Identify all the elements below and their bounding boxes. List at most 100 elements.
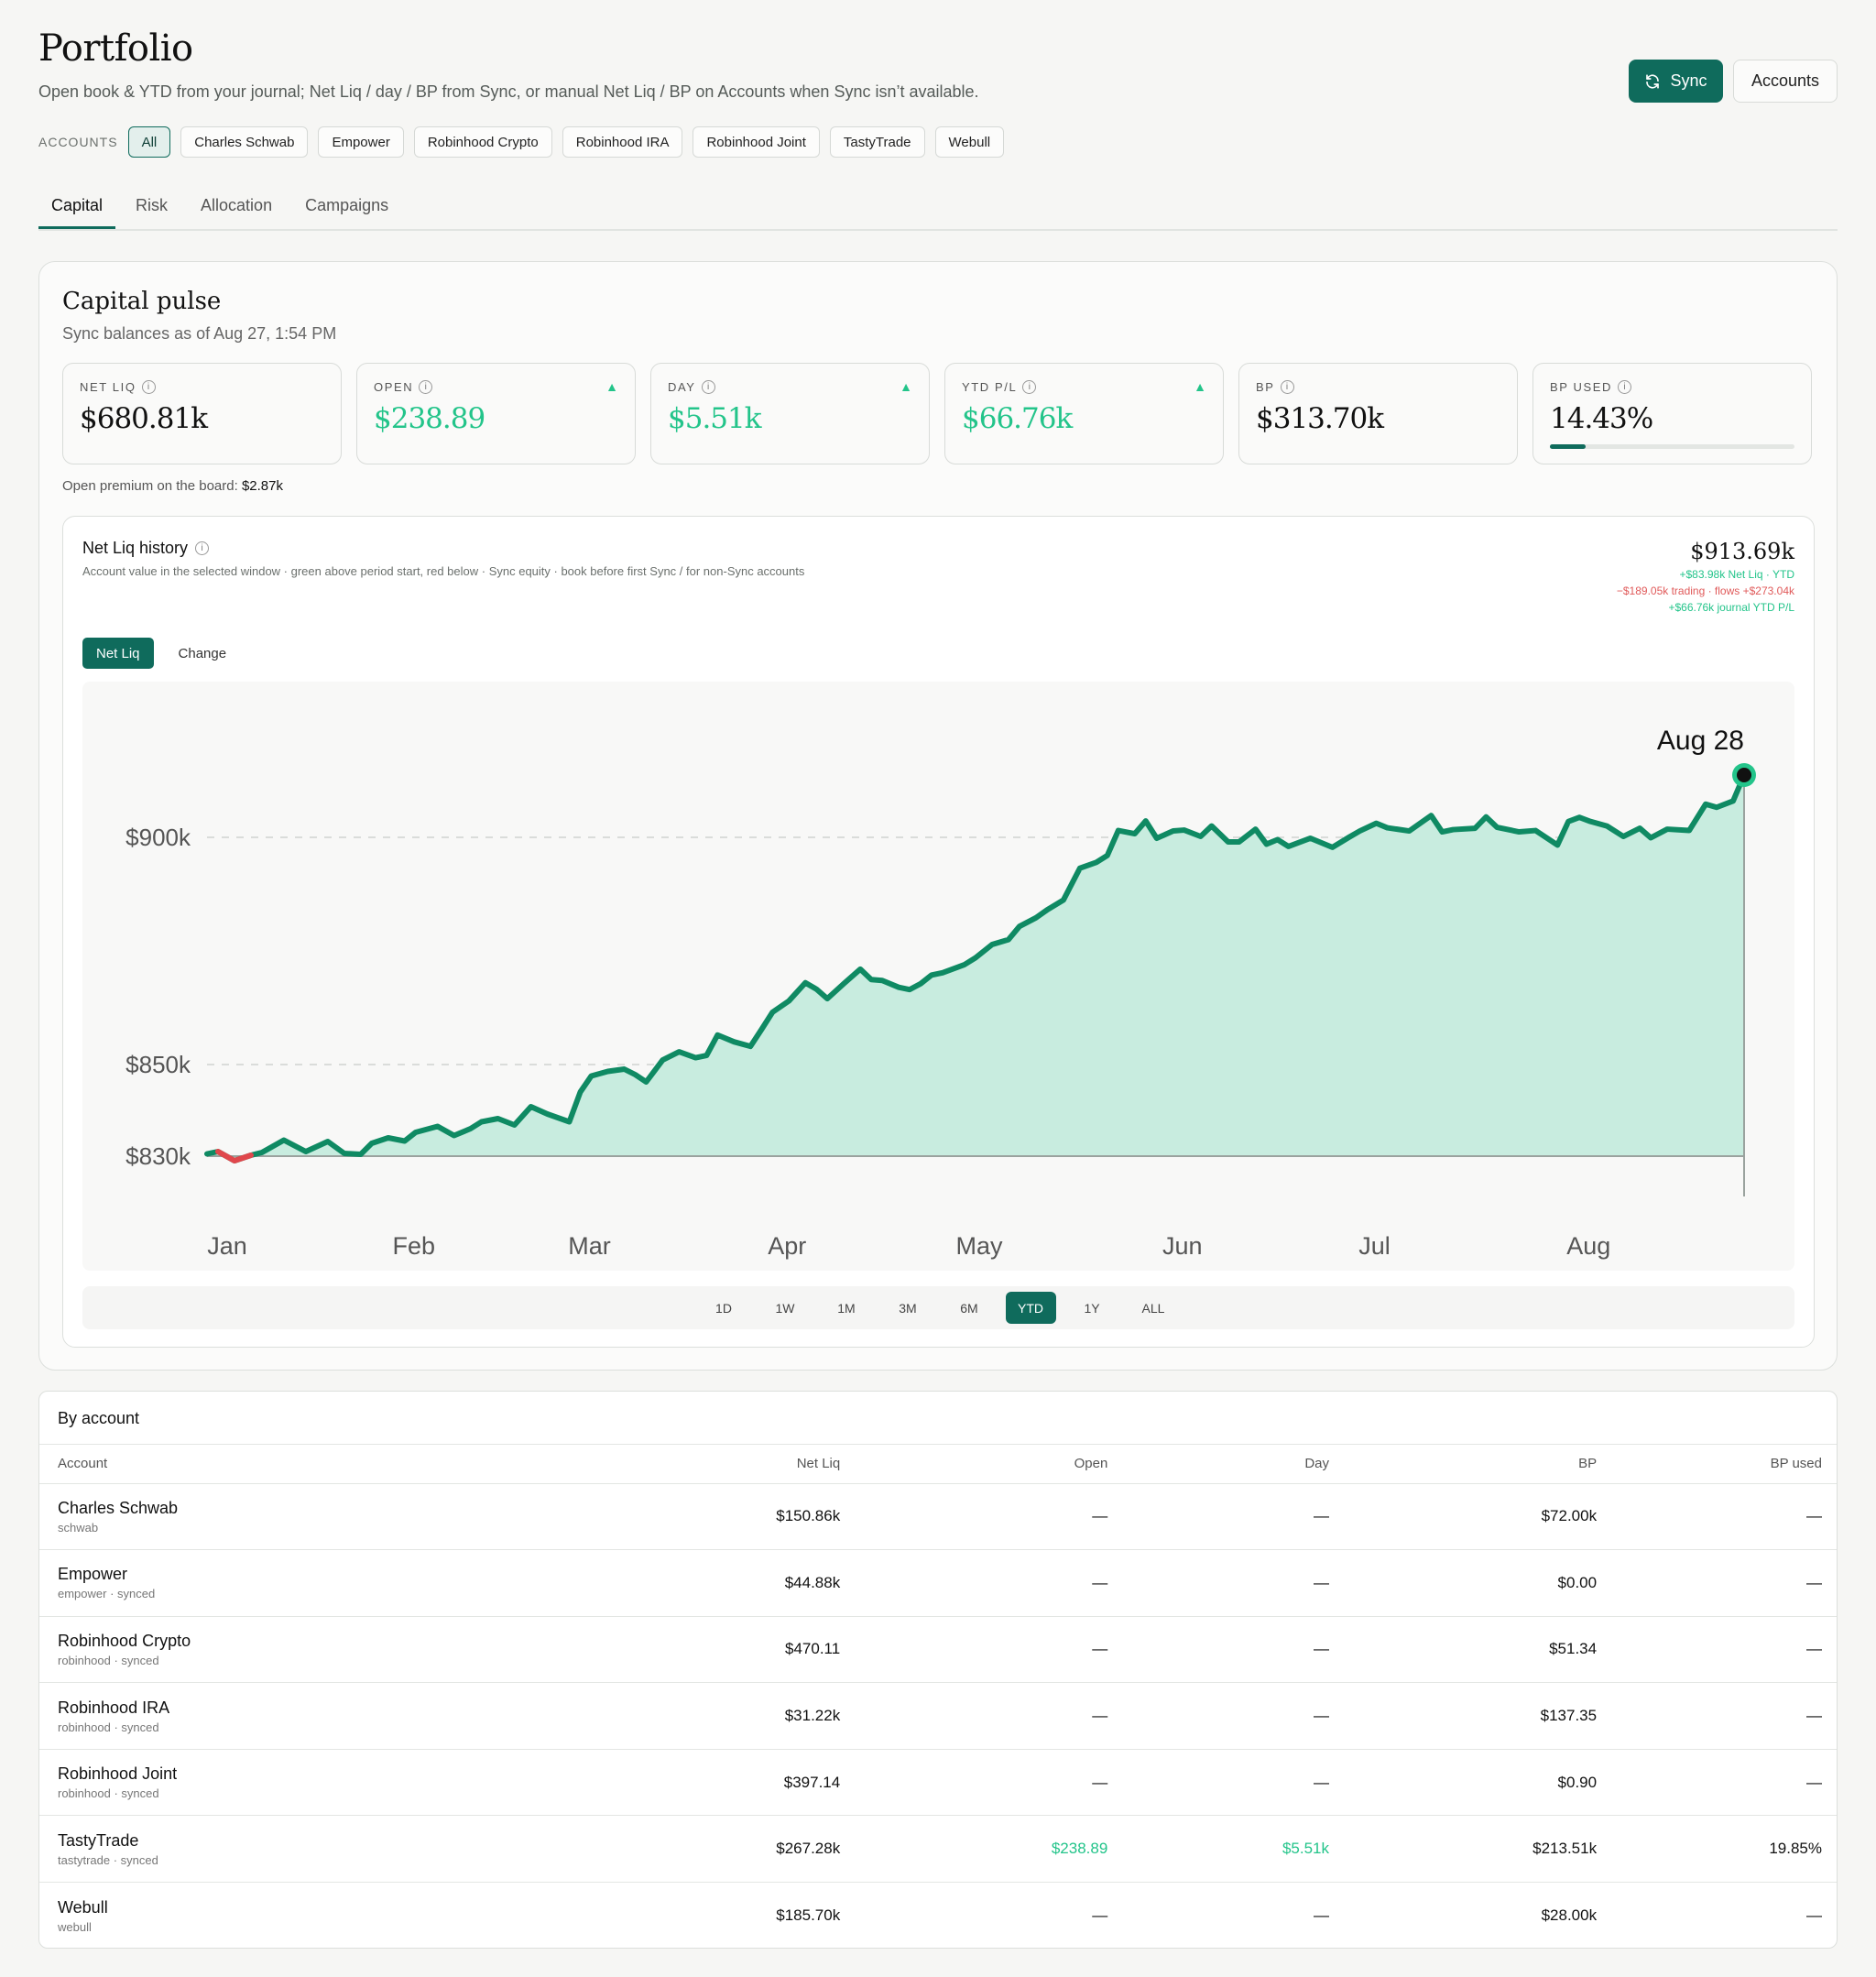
cell-bp-used: 19.85%: [1597, 1815, 1837, 1884]
account-chip-all[interactable]: All: [127, 126, 171, 158]
tab-risk[interactable]: Risk: [123, 185, 180, 229]
x-tick-label: Jan: [207, 1232, 247, 1260]
account-cell: TastyTrade tastytrade · synced: [39, 1815, 501, 1884]
net-liq-history-title-text: Net Liq history: [82, 539, 189, 557]
info-icon[interactable]: i: [141, 380, 156, 394]
net-liq-summary-line: +$66.76k journal YTD P/L: [1668, 601, 1794, 614]
hover-point[interactable]: [1737, 768, 1751, 782]
info-icon[interactable]: i: [419, 380, 433, 394]
account-chip-charles-schwab[interactable]: Charles Schwab: [180, 126, 309, 158]
metric-value: 14.43%: [1550, 402, 1653, 435]
cell-open: —: [840, 1483, 1108, 1551]
cell-bp-used: —: [1597, 1549, 1837, 1617]
mode-net-liq-button[interactable]: Net Liq: [82, 638, 154, 669]
account-chip-robinhood-ira[interactable]: Robinhood IRA: [562, 126, 683, 158]
table-row[interactable]: Empower empower · synced $44.88k — — $0.00—: [39, 1549, 1837, 1617]
cell-bp: $72.00k: [1329, 1483, 1598, 1551]
cell-day: —: [1107, 1749, 1330, 1817]
range-1w-button[interactable]: 1W: [760, 1292, 811, 1324]
table-row[interactable]: Webull webull $185.70k — — $28.00k —: [39, 1883, 1837, 1948]
range-6m-button[interactable]: 6M: [944, 1292, 995, 1324]
account-chip-robinhood-joint[interactable]: Robinhood Joint: [693, 126, 820, 158]
cell-net-liq: $470.11: [500, 1616, 841, 1684]
metric-value: $680.81k: [80, 402, 208, 435]
cell-day: —: [1314, 1906, 1330, 1925]
account-chip-tastytrade[interactable]: TastyTrade: [829, 126, 925, 158]
account-source: robinhood · synced: [58, 1720, 159, 1734]
cell-net-liq: $267.28k: [500, 1815, 841, 1884]
cell-bp-used: —: [1806, 1906, 1822, 1925]
table-row[interactable]: Robinhood Crypto robinhood · synced $470.1…: [39, 1616, 1837, 1684]
info-icon[interactable]: i: [701, 380, 715, 394]
cell-bp-used: —: [1597, 1483, 1837, 1551]
cell-net-liq: $397.14: [500, 1749, 841, 1817]
range-all-button[interactable]: ALL: [1129, 1292, 1179, 1324]
account-cell: Charles Schwab schwab: [39, 1483, 501, 1551]
open-premium: Open premium on the board: $2.87k: [62, 478, 283, 494]
x-tick-label: Jul: [1358, 1232, 1391, 1260]
y-tick-label: $850k: [125, 1051, 191, 1078]
cell-open: —: [1092, 1906, 1108, 1925]
range-1d-button[interactable]: 1D: [699, 1292, 749, 1324]
page-title: Portfolio: [38, 27, 193, 70]
range-1y-button[interactable]: 1Y: [1067, 1292, 1118, 1324]
net-liq-summary-lines: +$83.98k Net Liq · YTD −$189.05k trading …: [1617, 568, 1794, 614]
metric-label-text: BP: [1256, 380, 1275, 394]
net-liq-summary-line: +$83.98k Net Liq · YTD: [1679, 568, 1794, 581]
table-row[interactable]: Robinhood IRA robinhood · synced $31.22k — —…: [39, 1682, 1837, 1750]
cell-open: —: [840, 1549, 1108, 1617]
range-selector: 1D 1W 1M 3M 6M YTD 1Y ALL: [82, 1286, 1794, 1329]
account-cell: Robinhood Joint robinhood · synced: [39, 1749, 501, 1817]
info-icon[interactable]: i: [1022, 380, 1037, 394]
table-row[interactable]: Charles Schwab schwab $150.86k — — $72.00k —: [39, 1483, 1837, 1551]
metric-label-text: BP USED: [1550, 380, 1613, 394]
capital-pulse-subtitle: Sync balances as of Aug 27, 1:54 PM: [62, 324, 337, 343]
accounts-button[interactable]: Accounts: [1733, 60, 1838, 103]
info-icon[interactable]: i: [1618, 380, 1632, 394]
column-header-account: Account: [39, 1445, 501, 1484]
bp-used-bar: [1550, 444, 1794, 449]
chart-mode-toggle: Net Liq Change: [82, 638, 240, 669]
account-cell: Empower empower · synced: [39, 1549, 501, 1617]
y-tick-label: $900k: [125, 824, 191, 851]
net-liq-summary: $913.69k +$83.98k Net Liq · YTD −$189.05k…: [1617, 539, 1794, 614]
cell-day: $5.51k: [1107, 1815, 1330, 1884]
info-icon[interactable]: i: [195, 541, 210, 555]
cell-bp-used: —: [1597, 1749, 1837, 1817]
capital-pulse-title: Capital pulse: [62, 288, 222, 315]
trend-up-icon: ▲: [900, 379, 912, 394]
x-tick-label: May: [956, 1232, 1004, 1260]
metric-label: BP USED i: [1550, 380, 1632, 394]
by-account-title: By account: [39, 1392, 1837, 1445]
range-1m-button[interactable]: 1M: [822, 1292, 872, 1324]
account-chip-webull[interactable]: Webull: [934, 126, 1005, 158]
tab-capital[interactable]: Capital: [38, 185, 116, 229]
sync-button[interactable]: Sync: [1629, 60, 1723, 103]
net-liq-summary-line: −$189.05k trading · flows +$273.04k: [1616, 584, 1794, 597]
account-chip-empower[interactable]: Empower: [318, 126, 404, 158]
cell-bp: $51.34: [1329, 1616, 1598, 1684]
trend-up-icon: ▲: [605, 379, 618, 394]
info-icon[interactable]: i: [1280, 380, 1294, 394]
net-liq-summary-value: $913.69k: [1690, 539, 1794, 564]
cell-net-liq: $44.88k: [500, 1549, 841, 1617]
metric-card-bp-used: BP USED i 14.43%: [1532, 363, 1812, 464]
table-row[interactable]: TastyTrade tastytrade · synced $267.28k $23…: [39, 1815, 1837, 1884]
account-chip-robinhood-crypto[interactable]: Robinhood Crypto: [413, 126, 552, 158]
account-source: robinhood · synced: [58, 1653, 159, 1667]
table-row[interactable]: Robinhood Joint robinhood · synced $397.14…: [39, 1749, 1837, 1817]
metric-label-text: DAY: [668, 380, 696, 394]
cell-bp-used: —: [1597, 1682, 1837, 1750]
open-premium-value: $2.87k: [241, 478, 283, 494]
range-3m-button[interactable]: 3M: [883, 1292, 933, 1324]
x-tick-label: Feb: [392, 1232, 435, 1260]
metric-value: $313.70k: [1256, 402, 1384, 435]
column-header-bp: BP: [1329, 1445, 1598, 1484]
account-source: schwab: [58, 1520, 99, 1535]
range-ytd-button[interactable]: YTD: [1005, 1292, 1056, 1324]
tab-allocation[interactable]: Allocation: [188, 185, 285, 229]
tab-campaigns[interactable]: Campaigns: [292, 185, 401, 229]
cell-net-liq: $31.22k: [500, 1682, 841, 1750]
mode-change-button[interactable]: Change: [165, 638, 241, 669]
cell-open: —: [840, 1682, 1108, 1750]
